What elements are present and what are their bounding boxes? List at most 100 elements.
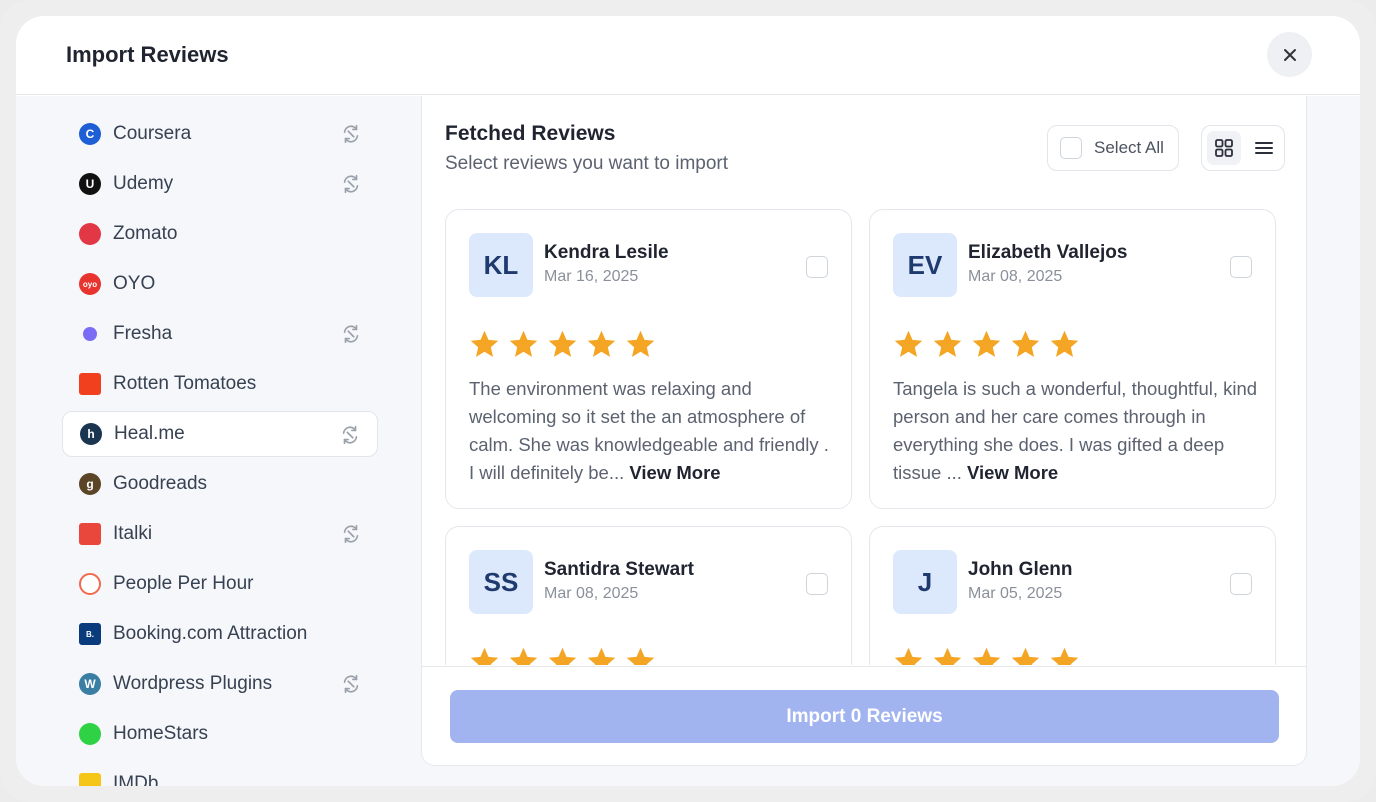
star-icon [548,647,577,665]
booking-icon: B. [79,623,101,645]
view-more-link[interactable]: View More [629,462,720,483]
avatar: KL [469,233,533,297]
zomato-icon [79,223,101,245]
review-checkbox[interactable] [1230,573,1252,595]
source-item[interactable]: People Per Hour [62,561,378,607]
source-item[interactable]: C Coursera [62,111,378,157]
star-rating [468,328,657,361]
review-date: Mar 05, 2025 [968,585,1063,602]
fetched-reviews-panel: Fetched Reviews Select reviews you want … [421,96,1307,766]
coursera-icon: C [79,123,101,145]
source-item[interactable]: Zomato [62,211,378,257]
source-item-label: Rotten Tomatoes [113,373,257,394]
review-checkbox[interactable] [1230,256,1252,278]
review-card[interactable]: SS Santidra Stewart Mar 08, 2025 [445,526,852,665]
source-item[interactable]: Rotten Tomatoes [62,361,378,407]
star-rating [468,645,657,665]
star-icon [972,330,1001,357]
star-icon [587,647,616,665]
source-item[interactable]: HomeStars [62,711,378,757]
review-card[interactable]: KL Kendra Lesile Mar 16, 2025 The environme… [445,209,852,509]
grid-view-button[interactable] [1207,131,1241,165]
source-item-label: IMDb [113,773,159,786]
sync-icon[interactable] [340,673,362,695]
sync-icon[interactable] [340,523,362,545]
reviewer-name: Kendra Lesile [544,242,669,263]
review-card[interactable]: J John Glenn Mar 05, 2025 [869,526,1276,665]
star-icon [1050,647,1079,665]
select-all-button[interactable]: Select All [1047,125,1179,171]
star-icon [470,330,499,357]
import-reviews-dialog: Import Reviews C Coursera U Udemy Zomato oyo O… [16,16,1360,786]
review-text: Tangela is such a wonderful, thoughtful,… [893,375,1258,487]
italki-icon [79,523,101,545]
list-view-icon [1255,142,1273,154]
close-button[interactable] [1267,32,1312,77]
star-icon [548,330,577,357]
import-reviews-button[interactable]: Import 0 Reviews [450,690,1279,743]
sync-icon[interactable] [340,123,362,145]
panel-subtitle: Select reviews you want to import [445,153,729,174]
review-text: The environment was relaxing and welcomi… [469,375,834,487]
star-icon [509,330,538,357]
dialog-body: C Coursera U Udemy Zomato oyo OYO Fresha Rotten … [16,96,1360,786]
source-item[interactable]: IMDb [62,761,378,786]
oyo-icon: oyo [79,273,101,295]
review-card[interactable]: EV Elizabeth Vallejos Mar 08, 2025 Tangela … [869,209,1276,509]
reviewer-name: Santidra Stewart [544,559,694,580]
source-item[interactable]: h Heal.me [62,411,378,457]
star-rating [892,328,1081,361]
grid-view-icon [1215,139,1233,157]
dialog-footer: Import 0 Reviews [422,666,1306,765]
sync-icon[interactable] [340,173,362,195]
fresha-icon [83,327,97,341]
source-item[interactable]: g Goodreads [62,461,378,507]
dialog-title: Import Reviews [66,42,229,67]
source-item[interactable]: Italki [62,511,378,557]
source-item-label: Fresha [113,323,173,344]
sync-icon[interactable] [340,323,362,345]
source-sidebar: C Coursera U Udemy Zomato oyo OYO Fresha Rotten … [16,96,421,786]
avatar: J [893,550,957,614]
healme-icon: h [80,423,102,445]
source-item[interactable]: U Udemy [62,161,378,207]
rotten-tomatoes-icon [79,373,101,395]
homestars-icon [79,723,101,745]
star-icon [933,647,962,665]
source-item[interactable]: W Wordpress Plugins [62,661,378,707]
source-item-label: Zomato [113,223,178,244]
source-item-label: Heal.me [114,423,185,444]
review-checkbox[interactable] [806,573,828,595]
select-all-checkbox[interactable] [1060,137,1082,159]
review-checkbox[interactable] [806,256,828,278]
goodreads-icon: g [79,473,101,495]
imdb-icon [79,773,101,786]
star-icon [1011,647,1040,665]
star-icon [509,647,538,665]
dialog-header: Import Reviews [16,16,1360,95]
reviewer-name: John Glenn [968,559,1073,580]
sync-icon[interactable] [339,424,361,446]
source-item[interactable]: Fresha [62,311,378,357]
source-item[interactable]: oyo OYO [62,261,378,307]
star-icon [972,647,1001,665]
avatar: SS [469,550,533,614]
source-item-label: Udemy [113,173,174,194]
close-icon [1283,48,1296,61]
source-item-label: Wordpress Plugins [113,673,273,694]
star-icon [587,330,616,357]
wordpress-icon: W [79,673,101,695]
star-icon [1011,330,1040,357]
select-all-label: Select All [1094,138,1164,157]
view-more-link[interactable]: View More [967,462,1058,483]
star-rating [892,645,1081,665]
view-toggle [1201,125,1285,171]
source-item[interactable]: B. Booking.com Attraction [62,611,378,657]
panel-title: Fetched Reviews [445,122,616,145]
star-icon [933,330,962,357]
review-date: Mar 08, 2025 [968,268,1063,285]
list-view-button[interactable] [1247,131,1281,165]
star-icon [626,647,655,665]
source-item-label: Italki [113,523,153,544]
source-item-label: People Per Hour [113,573,254,594]
